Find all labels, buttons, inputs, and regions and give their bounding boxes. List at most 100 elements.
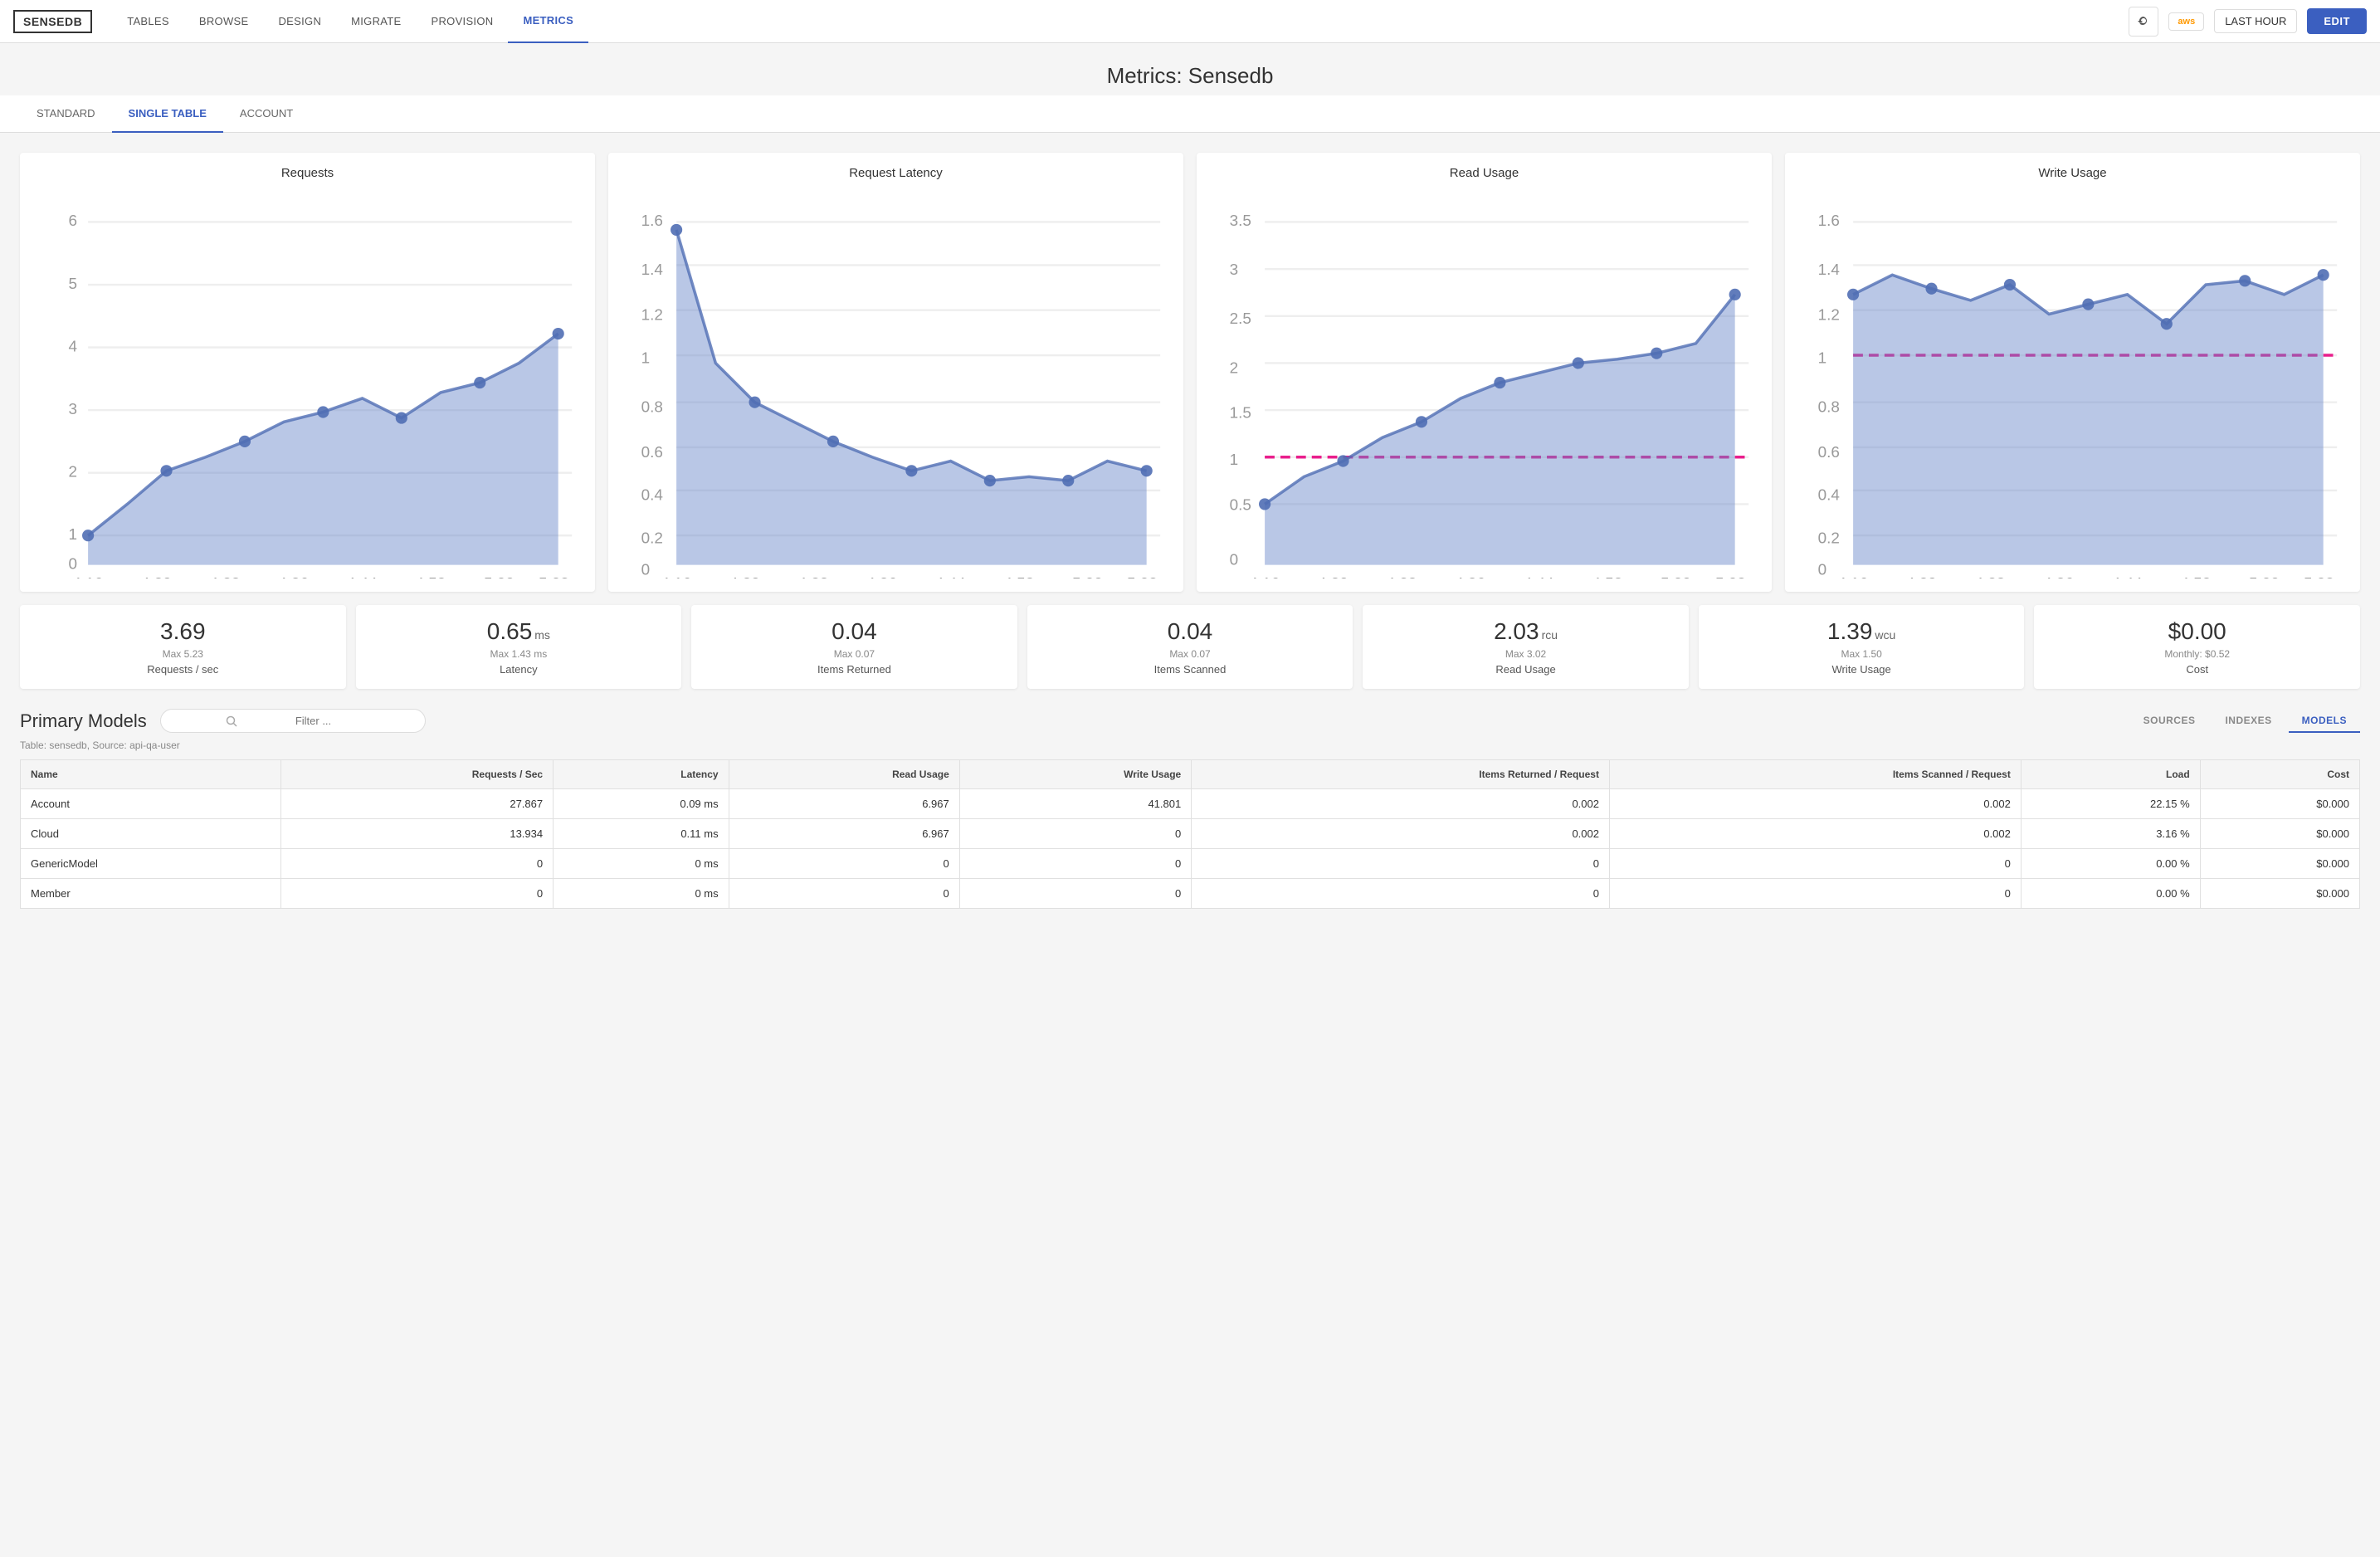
stat-cost-max: Monthly: $0.52 [2044,648,2350,660]
col-write-usage: Write Usage [959,760,1191,789]
table-row[interactable]: Account 27.867 0.09 ms 6.967 41.801 0.00… [21,789,2360,819]
refresh-button[interactable] [2129,7,2158,37]
cell-write: 0 [959,819,1191,849]
stat-cost-label: Cost [2044,663,2350,676]
aws-logo: aws [2178,17,2195,27]
logo[interactable]: SENSEDB [13,10,92,33]
stat-items-returned-value: 0.04 [701,618,1007,645]
cell-cost: $0.000 [2200,789,2359,819]
aws-button[interactable]: aws [2168,12,2204,31]
svg-text:4:16: 4:16 [1249,575,1280,578]
svg-text:4:36: 4:36 [1455,575,1485,578]
write-usage-chart-title: Write Usage [1798,166,2347,180]
search-icon [173,715,290,727]
table-header-row: Name Requests / Sec Latency Read Usage W… [21,760,2360,789]
cell-write: 0 [959,849,1191,879]
table-row[interactable]: Cloud 13.934 0.11 ms 6.967 0 0.002 0.002… [21,819,2360,849]
latency-chart[interactable]: 1.6 1.4 1.2 1 0.8 0.6 0.4 0.2 0 [622,187,1170,578]
nav-provision[interactable]: PROVISION [417,0,509,43]
stat-latency-value: 0.65 ms [366,618,672,645]
tab-single-table[interactable]: SINGLE TABLE [112,95,223,133]
nav-metrics[interactable]: METRICS [508,0,588,43]
cell-read: 6.967 [729,789,959,819]
svg-text:4: 4 [68,338,77,355]
charts-row: Requests 6 5 4 3 2 1 0 [20,153,2360,592]
svg-text:0.8: 0.8 [641,398,663,416]
stat-write-usage: 1.39 wcu Max 1.50 Write Usage [1699,605,2025,689]
svg-text:1.6: 1.6 [1818,212,1840,230]
nav-migrate[interactable]: MIGRATE [336,0,416,43]
time-range-selector[interactable]: LAST HOUR [2214,9,2297,33]
svg-text:0.6: 0.6 [641,444,663,461]
svg-text:1.2: 1.2 [1818,307,1840,325]
svg-text:0: 0 [641,561,651,578]
stat-read-usage-value: 2.03 rcu [1373,618,1679,645]
tab-indexes[interactable]: INDEXES [2212,710,2285,733]
col-load: Load [2021,760,2200,789]
table-row[interactable]: Member 0 0 ms 0 0 0 0 0.00 % $0.000 [21,879,2360,909]
section-tabs: SOURCES INDEXES MODELS [2130,710,2360,733]
top-navigation: SENSEDB TABLES BROWSE DESIGN MIGRATE PRO… [0,0,2380,43]
stat-read-usage-label: Read Usage [1373,663,1679,676]
requests-chart[interactable]: 6 5 4 3 2 1 0 [33,187,582,578]
nav-design[interactable]: DESIGN [263,0,336,43]
primary-models-header: Primary Models SOURCES INDEXES MODELS [20,709,2360,733]
stat-requests-max: Max 5.23 [30,648,336,660]
primary-models-section: Primary Models SOURCES INDEXES MODELS Ta… [20,709,2360,909]
svg-text:4:28: 4:28 [1974,575,2005,578]
cell-name: Account [21,789,281,819]
svg-text:4:36: 4:36 [866,575,897,578]
svg-text:0: 0 [68,555,77,573]
nav-browse[interactable]: BROWSE [184,0,264,43]
svg-text:5:00: 5:00 [484,575,515,578]
svg-text:4:16: 4:16 [1837,575,1868,578]
svg-text:4:20: 4:20 [729,575,760,578]
svg-text:4:36: 4:36 [2043,575,2074,578]
svg-text:0: 0 [1818,561,1827,578]
stat-items-scanned-max: Max 0.07 [1037,648,1344,660]
svg-text:4:20: 4:20 [141,575,172,578]
latency-chart-title: Request Latency [622,166,1170,180]
cell-items-ret: 0 [1192,849,1610,879]
svg-text:1: 1 [1818,349,1827,367]
write-usage-chart[interactable]: 1.6 1.4 1.2 1 0.8 0.6 0.4 0.2 0 [1798,187,2347,578]
read-usage-chart[interactable]: 3.5 3 2.5 2 1.5 1 0.5 0 [1210,187,1758,578]
filter-text-input[interactable] [295,715,413,727]
read-usage-chart-title: Read Usage [1210,166,1758,180]
tab-models[interactable]: MODELS [2289,710,2360,733]
filter-input-container[interactable] [160,709,426,733]
svg-text:4:52: 4:52 [2180,575,2211,578]
tab-standard[interactable]: STANDARD [20,95,112,133]
requests-chart-card: Requests 6 5 4 3 2 1 0 [20,153,595,592]
svg-text:4:52: 4:52 [415,575,446,578]
stat-cost-value: $0.00 [2044,618,2350,645]
svg-text:2: 2 [1230,359,1239,377]
stat-requests-value: 3.69 [30,618,336,645]
cell-items-ret: 0 [1192,879,1610,909]
svg-text:1.2: 1.2 [641,307,663,325]
stat-items-returned-label: Items Returned [701,663,1007,676]
svg-text:4:44: 4:44 [1524,575,1554,578]
svg-text:4:52: 4:52 [1592,575,1622,578]
svg-text:5:08: 5:08 [1715,575,1746,578]
cell-cost: $0.000 [2200,879,2359,909]
primary-models-title: Primary Models [20,710,147,732]
col-items-returned: Items Returned / Request [1192,760,1610,789]
table-row[interactable]: GenericModel 0 0 ms 0 0 0 0 0.00 % $0.00… [21,849,2360,879]
nav-tables[interactable]: TABLES [112,0,184,43]
svg-text:4:44: 4:44 [347,575,378,578]
tab-account[interactable]: ACCOUNT [223,95,310,133]
cell-items-ret: 0.002 [1192,789,1610,819]
edit-button[interactable]: EDIT [2307,8,2367,34]
svg-text:5:08: 5:08 [2304,575,2334,578]
stat-items-scanned: 0.04 Max 0.07 Items Scanned [1027,605,1353,689]
tab-sources[interactable]: SOURCES [2130,710,2209,733]
col-latency: Latency [554,760,729,789]
svg-text:0: 0 [1230,552,1239,569]
cell-load: 0.00 % [2021,879,2200,909]
svg-text:2: 2 [68,463,77,481]
cell-name: GenericModel [21,849,281,879]
svg-text:4:16: 4:16 [72,575,103,578]
cell-load: 0.00 % [2021,849,2200,879]
svg-text:4:20: 4:20 [1318,575,1349,578]
